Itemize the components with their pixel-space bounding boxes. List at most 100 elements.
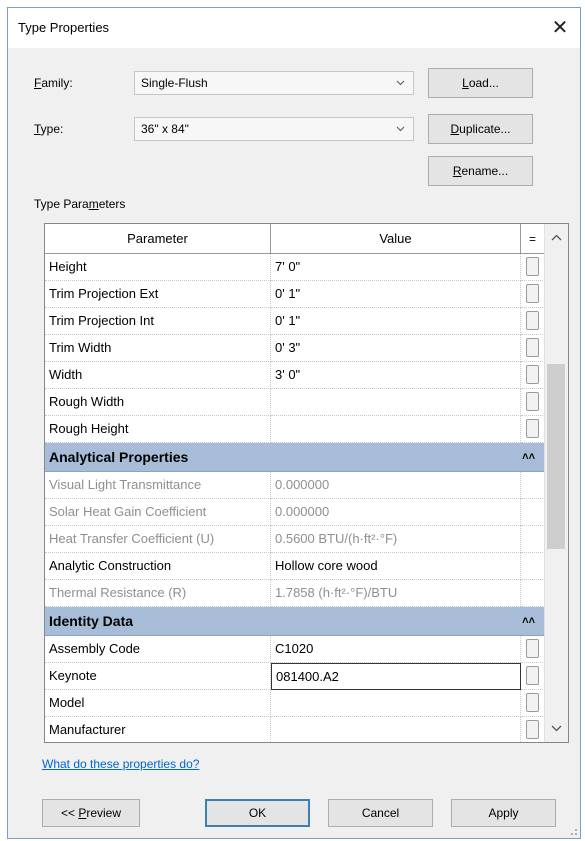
scrollbar-thumb[interactable] <box>547 364 565 549</box>
type-properties-dialog: Type Properties ✕ Family: Single-Flush L… <box>7 7 581 839</box>
associate-parameter-button[interactable] <box>526 419 539 438</box>
family-dropdown[interactable]: Single-Flush <box>134 71 414 95</box>
scroll-up-icon[interactable] <box>551 234 562 242</box>
associate-parameter-button[interactable] <box>526 257 539 276</box>
parameter-value[interactable]: Hollow core wood <box>271 553 521 580</box>
window-title: Type Properties <box>18 20 110 35</box>
scroll-down-icon[interactable] <box>551 724 562 732</box>
chevron-down-icon <box>396 126 405 132</box>
associate-parameter-button[interactable] <box>526 639 539 658</box>
associate-parameter-button[interactable] <box>526 693 539 712</box>
family-label: Family: <box>34 76 73 90</box>
apply-button[interactable]: Apply <box>451 799 556 827</box>
parameter-name: Solar Heat Gain Coefficient <box>45 499 271 526</box>
close-icon[interactable]: ✕ <box>540 8 580 48</box>
parameter-name: Keynote <box>45 663 271 690</box>
table-row[interactable]: Analytic Construction Hollow core wood <box>45 553 545 580</box>
group-header-analytical[interactable]: Analytical Properties ˄˄ <box>45 443 545 472</box>
parameter-value[interactable]: 0' 1" <box>271 308 521 335</box>
parameter-name: Manufacturer <box>45 717 271 742</box>
column-header-value[interactable]: Value <box>271 224 521 254</box>
table-row[interactable]: Visual Light Transmittance 0.000000 <box>45 472 545 499</box>
parameter-name: Width <box>45 362 271 389</box>
table-row[interactable]: Trim Projection Ext 0' 1" <box>45 281 545 308</box>
duplicate-button[interactable]: Duplicate... <box>428 114 533 144</box>
type-value: 36" x 84" <box>141 122 189 136</box>
parameter-value[interactable]: 0.000000 <box>271 472 521 499</box>
associate-parameter-button[interactable] <box>526 720 539 739</box>
parameter-value[interactable] <box>271 416 521 443</box>
formula-toggle-cell <box>521 472 545 499</box>
type-dropdown[interactable]: 36" x 84" <box>134 117 414 141</box>
parameter-value[interactable]: 7' 0" <box>271 254 521 281</box>
table-row[interactable]: Width 3' 0" <box>45 362 545 389</box>
title-bar: Type Properties ✕ <box>8 8 580 48</box>
formula-toggle-cell <box>521 717 545 742</box>
column-header-parameter[interactable]: Parameter <box>45 224 271 254</box>
formula-toggle-cell <box>521 389 545 416</box>
cancel-button[interactable]: Cancel <box>328 799 433 827</box>
table-row[interactable]: Solar Heat Gain Coefficient 0.000000 <box>45 499 545 526</box>
table-row[interactable]: Heat Transfer Coefficient (U) 0.5600 BTU/… <box>45 526 545 553</box>
parameter-value[interactable]: 0.5600 BTU/(h·ft²·°F) <box>271 526 521 553</box>
parameter-name: Rough Width <box>45 389 271 416</box>
parameter-value[interactable]: 081400.A2 <box>271 663 521 690</box>
parameter-value[interactable]: 0' 1" <box>271 281 521 308</box>
group-header-identity[interactable]: Identity Data ˄˄ <box>45 607 545 636</box>
parameter-value[interactable]: 0' 3" <box>271 335 521 362</box>
formula-toggle-cell <box>521 416 545 443</box>
rename-button[interactable]: Rename... <box>428 156 533 186</box>
table-row[interactable]: Trim Width 0' 3" <box>45 335 545 362</box>
parameter-name: Trim Projection Int <box>45 308 271 335</box>
parameter-name: Model <box>45 690 271 717</box>
preview-button[interactable]: << Preview <box>42 799 140 827</box>
table-row[interactable]: Trim Projection Int 0' 1" <box>45 308 545 335</box>
parameter-value[interactable]: C1020 <box>271 636 521 663</box>
table-row[interactable]: Rough Width <box>45 389 545 416</box>
formula-toggle-cell <box>521 335 545 362</box>
table-row[interactable]: Manufacturer <box>45 717 545 742</box>
type-parameters-grid: Parameter Value = Height 7' 0" Trim Projec… <box>44 223 569 743</box>
collapse-icon[interactable]: ˄˄ <box>522 443 535 472</box>
parameter-name: Thermal Resistance (R) <box>45 580 271 607</box>
formula-toggle-cell <box>521 308 545 335</box>
collapse-icon[interactable]: ˄˄ <box>522 607 535 636</box>
vertical-scrollbar[interactable] <box>544 224 568 742</box>
load-button[interactable]: Load... <box>428 68 533 98</box>
column-header-toggle[interactable]: = <box>521 224 545 254</box>
table-row[interactable]: Height 7' 0" <box>45 254 545 281</box>
parameter-name: Analytic Construction <box>45 553 271 580</box>
parameter-value[interactable]: 3' 0" <box>271 362 521 389</box>
ok-button[interactable]: OK <box>205 799 310 827</box>
resize-grip-icon[interactable] <box>568 826 578 836</box>
parameter-value[interactable]: 1.7858 (h·ft²·°F)/BTU <box>271 580 521 607</box>
formula-toggle-cell <box>521 636 545 663</box>
formula-toggle-cell <box>521 281 545 308</box>
formula-toggle-cell <box>521 362 545 389</box>
parameter-name: Height <box>45 254 271 281</box>
parameter-value[interactable] <box>271 690 521 717</box>
associate-parameter-button[interactable] <box>526 284 539 303</box>
formula-toggle-cell <box>521 254 545 281</box>
type-label: Type: <box>34 122 64 136</box>
associate-parameter-button[interactable] <box>526 392 539 411</box>
formula-toggle-cell <box>521 526 545 553</box>
table-row[interactable]: Rough Height <box>45 416 545 443</box>
associate-parameter-button[interactable] <box>526 311 539 330</box>
table-row[interactable]: Thermal Resistance (R) 1.7858 (h·ft²·°F)/… <box>45 580 545 607</box>
parameter-value[interactable] <box>271 389 521 416</box>
formula-toggle-cell <box>521 690 545 717</box>
table-row[interactable]: Model <box>45 690 545 717</box>
parameter-value[interactable] <box>271 717 521 742</box>
parameter-name: Trim Projection Ext <box>45 281 271 308</box>
table-row[interactable]: Assembly Code C1020 <box>45 636 545 663</box>
parameter-value[interactable]: 0.000000 <box>271 499 521 526</box>
parameter-name: Rough Height <box>45 416 271 443</box>
chevron-down-icon <box>396 80 405 86</box>
type-parameters-label: Type Parameters <box>34 197 126 211</box>
help-link[interactable]: What do these properties do? <box>42 757 199 771</box>
associate-parameter-button[interactable] <box>526 338 539 357</box>
table-row[interactable]: Keynote 081400.A2 <box>45 663 545 690</box>
associate-parameter-button[interactable] <box>526 365 539 384</box>
associate-parameter-button[interactable] <box>526 666 539 685</box>
